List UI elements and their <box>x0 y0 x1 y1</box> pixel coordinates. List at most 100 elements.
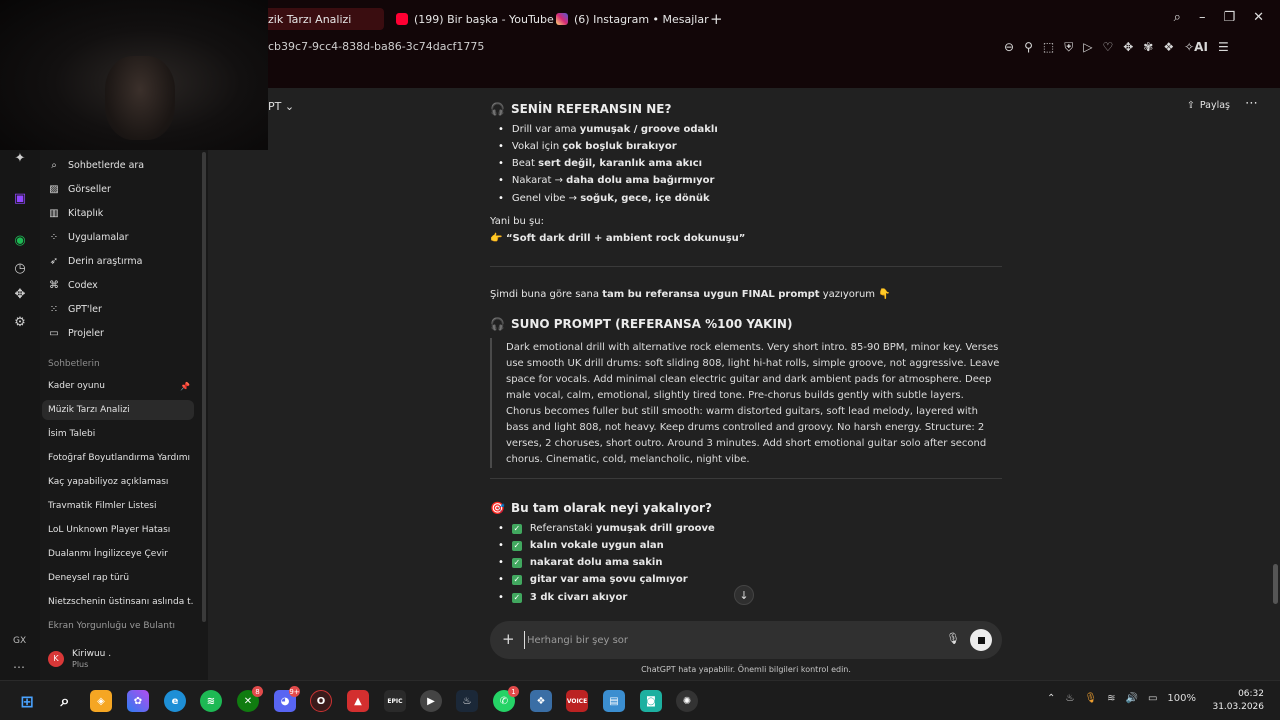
image-icon: ▨ <box>49 183 59 195</box>
bot-app-icon[interactable]: ◙ <box>640 690 662 712</box>
copilot-icon[interactable]: ✿ <box>127 690 149 712</box>
gx-mods-icon[interactable]: ✾ <box>1143 40 1153 54</box>
tab-instagram[interactable]: (6) Instagram • Mesajlar <box>556 8 709 30</box>
address-bar[interactable]: cb39c7-9cc4-838d-ba86-3c74dacf1775 <box>268 40 484 53</box>
search-icon[interactable]: ⌕ <box>54 690 76 712</box>
microphone-icon[interactable]: 🎙 <box>946 632 960 645</box>
wifi-icon[interactable]: ≋ <box>1107 693 1115 704</box>
close-icon[interactable]: ✕ <box>1253 10 1264 25</box>
battery-icon[interactable]: ▭ <box>1148 693 1157 704</box>
chat-item[interactable]: Deneysel rap türü <box>42 568 194 588</box>
model-selector[interactable]: PT ⌄ <box>268 100 294 113</box>
list-item: • ✓ gitar var ama şovu çalmıyor <box>498 574 688 585</box>
discord-icon[interactable]: ◕ 9+ <box>274 686 300 712</box>
user-profile[interactable]: K Kiriwuu . Plus <box>48 648 111 669</box>
history-icon[interactable]: ◷ <box>10 258 30 278</box>
windows-start-icon[interactable]: ⊞ <box>16 690 38 712</box>
heart-icon[interactable]: ♡ <box>1102 40 1113 54</box>
chat-main: PT ⌄ ⇪ Paylaş ⋯ 🎧 SENİN REFERANSIN NE? • Dr… <box>208 88 1280 680</box>
nav-deep-research[interactable]: ➶ Derin araştırma <box>48 251 143 271</box>
chat-label: Ekran Yorgunluğu ve Bulantı <box>48 621 175 631</box>
volume-icon[interactable]: 🔊 <box>1126 693 1138 704</box>
nav-search[interactable]: ⌕ Sohbetlerde ara <box>48 155 144 175</box>
ai-icon[interactable]: ✧AI <box>1184 40 1208 54</box>
nav-apps[interactable]: ⁘ Uygulamalar <box>48 227 129 247</box>
sidebar-scrollbar[interactable] <box>202 152 206 622</box>
clock[interactable]: 06:32 31.03.2026 <box>1212 688 1264 714</box>
xbox-icon[interactable]: ✕ 8 <box>237 686 263 712</box>
nav-label: Codex <box>68 279 98 291</box>
pin-icon[interactable]: ⚲ <box>1024 40 1033 54</box>
tab-youtube[interactable]: (199) Bir başka - YouTube <box>396 8 554 30</box>
chat-item[interactable]: Fotoğraf Boyutlandırma Yardımı <box>42 448 194 468</box>
nav-images[interactable]: ▨ Görseller <box>48 179 111 199</box>
extension-icon[interactable]: ✥ <box>1123 40 1133 54</box>
chat-item[interactable]: Travmatik Filmler Listesi <box>42 496 194 516</box>
brave-icon[interactable]: ◈ <box>90 690 112 712</box>
cheat-icon[interactable]: ❖ <box>1163 40 1174 54</box>
steam-icon[interactable]: ♨ <box>456 690 478 712</box>
xbox-badge: 8 <box>252 686 263 697</box>
opera-gx-icon[interactable]: O <box>310 690 332 712</box>
zoom-out-icon[interactable]: ⊖ <box>1004 40 1014 54</box>
gx-label[interactable]: GX <box>13 636 26 646</box>
restore-icon[interactable]: ❐ <box>1223 10 1235 25</box>
minimize-icon[interactable]: – <box>1199 10 1206 25</box>
shield-icon[interactable]: ⛨ <box>1064 40 1073 55</box>
spotify-icon[interactable]: ◉ <box>10 230 30 250</box>
monitor-app-icon[interactable]: ▤ <box>603 690 625 712</box>
spotify-icon[interactable]: ≋ <box>200 690 222 712</box>
more-options-icon[interactable]: ⋯ <box>1245 96 1258 111</box>
share-button[interactable]: ⇪ Paylaş <box>1187 100 1230 111</box>
steam-tray-icon[interactable]: ♨ <box>1065 693 1074 704</box>
chat-item-active[interactable]: Müzik Tarzı Analizi <box>42 400 194 420</box>
main-scrollbar[interactable] <box>1273 564 1278 604</box>
nav-library[interactable]: ▥ Kitaplık <box>48 203 103 223</box>
play-icon[interactable]: ▷ <box>1083 40 1092 54</box>
voicemeeter-icon[interactable]: VOICE <box>566 690 588 712</box>
whatsapp-badge: 1 <box>508 686 519 697</box>
microphone-icon[interactable]: 🎙 <box>1084 693 1097 704</box>
window-controls: ⌕ – ❐ ✕ <box>1174 10 1264 25</box>
chat-item[interactable]: Kader oyunu 📌 <box>42 376 194 396</box>
nav-label: Sohbetlerde ara <box>68 159 145 171</box>
settings-icon[interactable]: ⚙ <box>10 312 30 332</box>
twitch-icon[interactable]: ▣ <box>10 188 30 208</box>
chat-label: Travmatik Filmler Listesi <box>48 501 157 511</box>
chat-label: Kaç yapabiliyoz açıklaması <box>48 477 169 487</box>
epic-games-icon[interactable]: EPIC <box>384 690 406 712</box>
vpn-icon[interactable]: ❖ <box>530 690 552 712</box>
chevron-up-icon[interactable]: ⌃ <box>1047 693 1055 704</box>
riot-icon[interactable]: ▲ <box>347 690 369 712</box>
heading-text: Bu tam olarak neyi yakalıyor? <box>510 501 712 515</box>
gx-logo-icon[interactable]: ✦ <box>10 148 30 168</box>
chat-item[interactable]: Ekran Yorgunluğu ve Bulantı <box>42 616 194 636</box>
search-icon[interactable]: ⌕ <box>1174 10 1181 25</box>
screenshot-icon[interactable]: ⬚ <box>1043 40 1054 54</box>
search-icon: ⌕ <box>51 159 57 171</box>
nav-gpts[interactable]: ⁙ GPT'ler <box>48 299 102 319</box>
menu-icon[interactable]: ☰ <box>1218 40 1229 54</box>
whatsapp-icon[interactable]: ✆ 1 <box>493 686 519 712</box>
plus-icon[interactable]: + <box>502 630 515 648</box>
new-tab-icon[interactable]: + <box>710 10 723 28</box>
nav-projects[interactable]: ▭ Projeler <box>48 323 104 343</box>
edge-icon[interactable]: e <box>164 690 186 712</box>
tab-chatgpt[interactable]: zik Tarzı Analizi <box>260 8 384 30</box>
scroll-down-button[interactable]: ↓ <box>734 585 754 605</box>
chat-item[interactable]: Nietzschenin üstinsanı aslında t... <box>42 592 194 612</box>
stop-button[interactable] <box>970 629 992 651</box>
media-player-icon[interactable]: ▶ <box>420 690 442 712</box>
summary-label: Yani bu şu: <box>490 216 544 227</box>
more-icon[interactable]: ⋯ <box>13 660 25 674</box>
chat-item[interactable]: LoL Unknown Player Hatası <box>42 520 194 540</box>
extensions-icon[interactable]: ✥ <box>10 284 30 304</box>
chat-input[interactable] <box>524 631 904 649</box>
chat-item[interactable]: İsim Talebi <box>42 424 194 444</box>
disclaimer: ChatGPT hata yapabilir. Önemli bilgileri… <box>641 665 851 674</box>
chatgpt-app-icon[interactable]: ✺ <box>676 690 698 712</box>
chat-item[interactable]: Kaç yapabiliyoz açıklaması <box>42 472 194 492</box>
chat-item[interactable]: Dualanmı İngilizceye Çevir <box>42 544 194 564</box>
battery-level: 100% <box>1167 693 1196 704</box>
nav-codex[interactable]: ⌘ Codex <box>48 275 98 295</box>
